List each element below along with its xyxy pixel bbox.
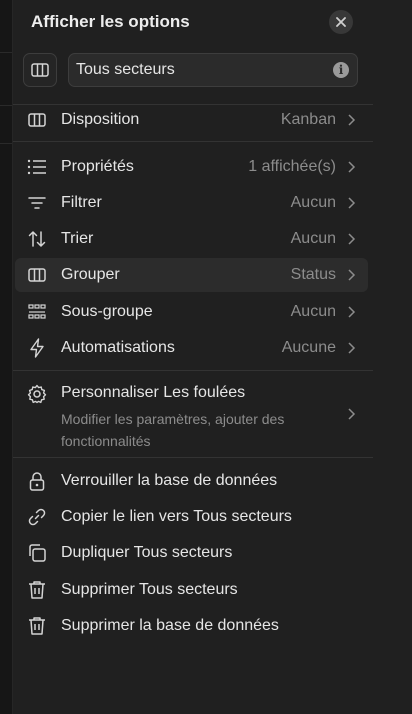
chevron-right-icon	[348, 408, 356, 420]
option-label: Automatisations	[61, 339, 175, 356]
view-name-row: i	[23, 53, 358, 87]
sort-option[interactable]: Trier Aucun	[15, 222, 368, 256]
background-sidebar-strip	[0, 0, 13, 714]
option-label: Supprimer Tous secteurs	[61, 581, 238, 598]
chevron-right-icon	[348, 161, 356, 173]
chevron-right-icon	[348, 342, 356, 354]
option-label: Trier	[61, 230, 94, 247]
chevron-right-icon	[348, 269, 356, 281]
option-label: Supprimer la base de données	[61, 617, 279, 634]
option-value: Status	[290, 266, 336, 283]
option-value: Kanban	[280, 111, 336, 128]
grid-dots-icon	[28, 304, 46, 319]
copy-link-option[interactable]: Copier le lien vers Tous secteurs	[15, 500, 368, 534]
customize-option[interactable]: Personnaliser Les foulées Modifier les p…	[15, 378, 368, 450]
view-name-field: i	[68, 53, 358, 87]
filter-icon	[28, 197, 46, 209]
lock-icon	[29, 471, 45, 491]
gear-icon	[27, 384, 47, 404]
chevron-right-icon	[348, 233, 356, 245]
option-label: Verrouiller la base de données	[61, 472, 278, 489]
info-icon[interactable]: i	[333, 62, 349, 78]
board-columns-icon	[28, 268, 46, 282]
duplicate-view-option[interactable]: Dupliquer Tous secteurs	[15, 536, 368, 570]
close-icon	[336, 17, 346, 27]
lightning-icon	[30, 338, 44, 358]
list-icon	[27, 159, 46, 175]
divider	[13, 457, 373, 458]
option-value: Aucun	[290, 303, 336, 320]
divider	[13, 141, 373, 142]
lock-database-option[interactable]: Verrouiller la base de données	[15, 464, 368, 498]
option-value: 1 affichée(s)	[248, 158, 336, 175]
option-value: Aucun	[290, 230, 336, 247]
sort-arrows-icon	[28, 231, 46, 247]
duplicate-icon	[29, 544, 46, 562]
option-label: Filtrer	[61, 194, 102, 211]
option-label: Sous-groupe	[61, 303, 153, 320]
strip-divider	[0, 143, 12, 144]
strip-divider	[0, 52, 12, 53]
strip-divider	[0, 105, 12, 106]
automations-option[interactable]: Automatisations Aucune	[15, 331, 368, 365]
delete-database-option[interactable]: Supprimer la base de données	[15, 609, 368, 643]
board-columns-icon	[31, 63, 49, 77]
delete-view-option[interactable]: Supprimer Tous secteurs	[15, 573, 368, 607]
trash-icon	[29, 617, 45, 635]
chevron-right-icon	[348, 197, 356, 209]
customize-label: Personnaliser Les foulées	[61, 384, 246, 401]
customize-description: Modifier les paramètres, ajouter des fon…	[61, 411, 285, 449]
layout-option[interactable]: Disposition Kanban	[15, 103, 368, 137]
divider	[13, 370, 373, 371]
option-label: Grouper	[61, 266, 120, 283]
view-name-input[interactable]	[69, 54, 326, 86]
option-value: Aucun	[290, 194, 336, 211]
view-options-panel: Afficher les options i Disposition Kanba…	[13, 0, 412, 714]
panel-title: Afficher les options	[31, 12, 190, 31]
chevron-right-icon	[348, 114, 356, 126]
option-label: Copier le lien vers Tous secteurs	[61, 508, 292, 525]
option-value: Aucune	[281, 339, 336, 356]
option-label: Propriétés	[61, 158, 134, 175]
link-icon	[28, 508, 46, 526]
filter-option[interactable]: Filtrer Aucun	[15, 186, 368, 220]
chevron-right-icon	[348, 306, 356, 318]
subgroup-option[interactable]: Sous-groupe Aucun	[15, 295, 368, 329]
option-label: Dupliquer Tous secteurs	[61, 544, 233, 561]
properties-option[interactable]: Propriétés 1 affichée(s)	[15, 150, 368, 184]
trash-icon	[29, 581, 45, 599]
board-columns-icon	[28, 113, 46, 127]
view-icon-button[interactable]	[23, 53, 57, 87]
group-option[interactable]: Grouper Status	[15, 258, 368, 292]
option-label: Disposition	[61, 111, 140, 128]
close-button[interactable]	[329, 10, 353, 34]
